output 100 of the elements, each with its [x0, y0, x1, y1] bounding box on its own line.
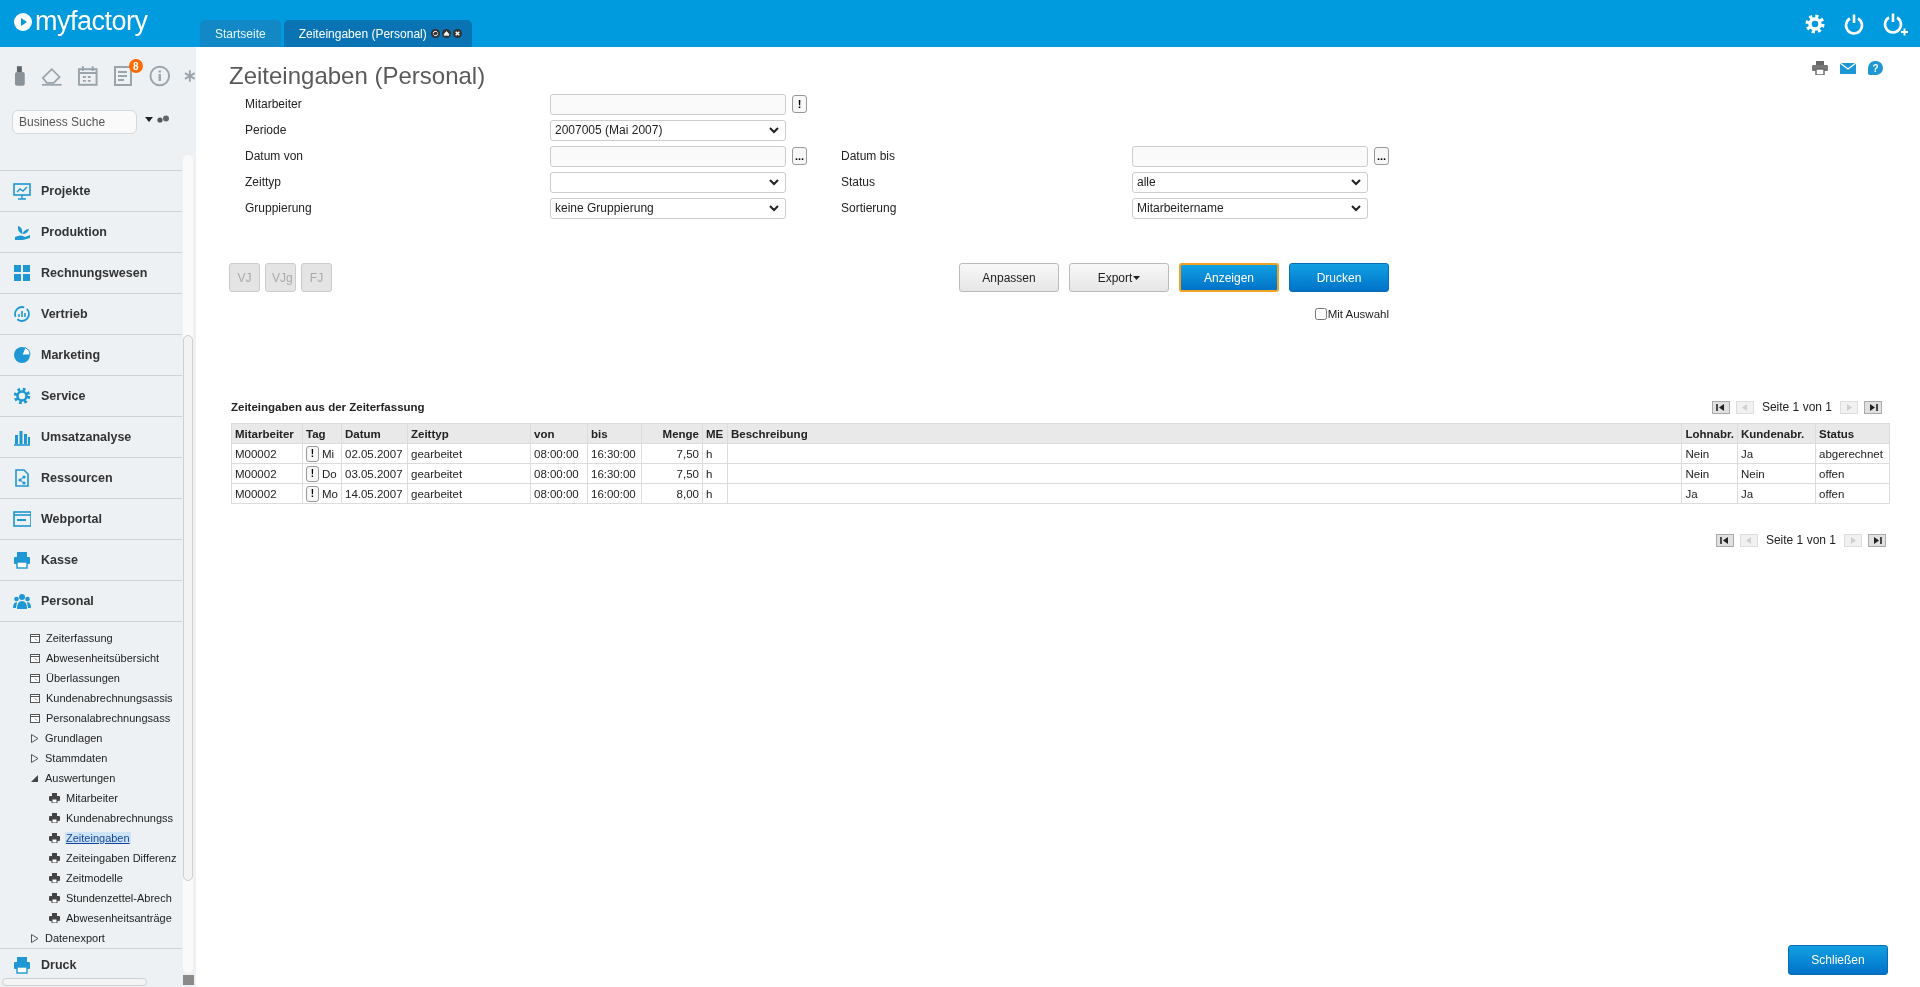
picker-button[interactable]: !: [792, 95, 807, 113]
input-field[interactable]: [550, 93, 786, 115]
close-button[interactable]: Schließen: [1788, 945, 1888, 975]
tree-item[interactable]: Auswertungen: [44, 772, 117, 784]
menu-item[interactable]: Vertrieb: [0, 293, 182, 334]
chevron-down-icon: [1351, 178, 1361, 186]
dropdown[interactable]: 2007005 (Mai 2007): [550, 119, 786, 141]
column-header[interactable]: Mitarbeiter: [231, 423, 303, 444]
column-header[interactable]: von: [530, 423, 588, 444]
checkbox[interactable]: [1314, 308, 1327, 320]
tab[interactable]: Zeiteingaben (Personal): [283, 20, 472, 47]
bottle-icon[interactable]: [14, 66, 26, 86]
menu-item[interactable]: Projekte: [0, 170, 182, 211]
tree-item[interactable]: Datenexport: [44, 932, 106, 944]
page-indicator: Seite 1 von 1: [1761, 400, 1832, 414]
gears-icon[interactable]: [157, 115, 169, 123]
menu-item-label: Projekte: [41, 184, 91, 198]
menu-item-label: Webportal: [41, 512, 102, 526]
vertical-scrollbar[interactable]: [183, 155, 193, 973]
dropdown[interactable]: Mitarbeitername: [1132, 197, 1368, 219]
picker-button[interactable]: ...: [1374, 147, 1390, 165]
tree-item[interactable]: Überlassungen: [45, 672, 121, 684]
tree-item[interactable]: Grundlagen: [44, 732, 104, 744]
column-header[interactable]: Status: [1815, 423, 1890, 444]
info-icon[interactable]: [148, 65, 171, 87]
info-button[interactable]: !: [306, 465, 319, 482]
grid-icon: [13, 264, 31, 282]
column-header[interactable]: Datum: [341, 423, 408, 444]
menu-item[interactable]: Service: [0, 375, 182, 416]
column-header[interactable]: Zeittyp: [407, 423, 531, 444]
tree-item[interactable]: Personalabrechnungsass: [45, 712, 172, 724]
input-field[interactable]: [1132, 145, 1368, 167]
column-header[interactable]: bis: [587, 423, 642, 444]
menu-item[interactable]: Marketing: [0, 334, 182, 375]
menu-item[interactable]: Personal: [0, 580, 182, 621]
settings-icon[interactable]: [1804, 12, 1826, 35]
table-cell: Do: [322, 467, 337, 480]
menu-item[interactable]: Umsatzanalyse: [0, 416, 182, 457]
tree-item[interactable]: Kundenabrechnungss: [65, 812, 175, 824]
scrollbar-thumb[interactable]: [183, 335, 193, 881]
column-header[interactable]: Beschreibung: [727, 423, 1682, 444]
expand-triangle-icon[interactable]: [30, 733, 39, 743]
calendar-icon[interactable]: [77, 65, 99, 87]
printer-icon[interactable]: [1812, 61, 1828, 75]
tree-item[interactable]: Kundenabrechnungsassis: [45, 692, 174, 704]
tree-item[interactable]: Zeiteingaben Differenz: [65, 852, 178, 864]
column-header[interactable]: Tag: [302, 423, 342, 444]
field-label: Datum bis: [841, 149, 897, 163]
menu-item[interactable]: Webportal: [0, 498, 182, 539]
last-page-button[interactable]: [1868, 533, 1886, 547]
mail-icon[interactable]: [1840, 62, 1856, 74]
horizontal-scrollbar[interactable]: [2, 978, 147, 986]
action-button[interactable]: Anpassen: [959, 263, 1059, 292]
search-field[interactable]: Business Suche: [12, 110, 137, 134]
tree-item[interactable]: Mitarbeiter: [65, 792, 119, 804]
input-field[interactable]: [550, 145, 786, 167]
menu-item[interactable]: Rechnungswesen: [0, 252, 182, 293]
asterisk-icon[interactable]: [184, 69, 196, 83]
action-button[interactable]: Anzeigen: [1179, 263, 1279, 292]
window-icon: [30, 693, 40, 703]
dropdown[interactable]: [550, 171, 786, 193]
tree-item[interactable]: Abwesenheitsanträge: [65, 912, 173, 924]
dropdown[interactable]: alle: [1132, 171, 1368, 193]
field-label: Zeittyp: [245, 175, 282, 189]
printer-icon: [13, 551, 31, 569]
first-page-button[interactable]: [1711, 400, 1730, 414]
action-button[interactable]: Drucken: [1289, 263, 1389, 292]
info-button[interactable]: !: [306, 485, 319, 502]
expand-triangle-icon[interactable]: [30, 753, 39, 763]
column-header[interactable]: ME: [702, 423, 728, 444]
eraser-icon[interactable]: [39, 66, 64, 86]
expand-triangle-icon[interactable]: [30, 933, 39, 943]
dropdown-arrow-icon[interactable]: [145, 116, 153, 122]
menu-item[interactable]: Ressourcen: [0, 457, 182, 498]
first-page-button[interactable]: [1715, 533, 1734, 547]
table-cell: gearbeitet: [407, 463, 531, 484]
column-header[interactable]: Menge: [641, 423, 703, 444]
picker-button[interactable]: ...: [792, 147, 808, 165]
tree-item[interactable]: Abwesenheitsübersicht: [45, 652, 161, 664]
tree-item[interactable]: Zeiterfassung: [45, 632, 114, 644]
field-label: Datum von: [245, 149, 305, 163]
table-cell: Mi: [322, 447, 335, 460]
collapse-triangle-icon[interactable]: [30, 773, 39, 783]
info-button[interactable]: !: [306, 445, 319, 462]
column-header[interactable]: Lohnabr.: [1681, 423, 1738, 444]
tree-item[interactable]: Zeitmodelle: [65, 872, 124, 884]
column-header[interactable]: Kundenabr.: [1737, 423, 1816, 444]
tree-item[interactable]: Zeiteingaben: [65, 832, 131, 844]
action-button[interactable]: Export: [1069, 263, 1169, 292]
menu-item[interactable]: Produktion: [0, 211, 182, 252]
power-icon[interactable]: [1843, 12, 1865, 35]
menu-item[interactable]: Kasse: [0, 539, 182, 580]
tree-item[interactable]: Stundenzettel-Abrech: [65, 892, 173, 904]
table-cell: 16:00:00: [587, 483, 642, 504]
last-page-button[interactable]: [1864, 400, 1882, 414]
dropdown[interactable]: keine Gruppierung: [550, 197, 786, 219]
power-plus-icon[interactable]: [1882, 11, 1908, 36]
tree-item[interactable]: Stammdaten: [44, 752, 109, 764]
tab[interactable]: Startseite: [200, 20, 281, 47]
list-icon[interactable]: [112, 65, 135, 87]
